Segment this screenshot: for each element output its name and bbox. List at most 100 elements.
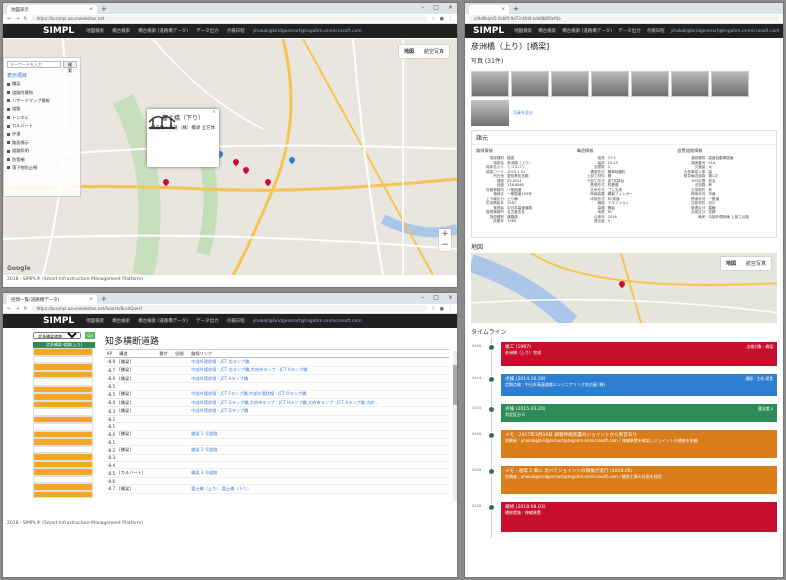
span-segment[interactable] bbox=[33, 415, 93, 423]
account-icon[interactable]: ● bbox=[440, 306, 444, 312]
table-row[interactable]: -8.5 [橋梁] 中部外環状線 - JCT Fランプ橋,中部外環状線 - JCT … bbox=[105, 390, 449, 400]
browser-tab[interactable]: 径間一覧(道路橋データ) × bbox=[7, 295, 97, 304]
menu-icon[interactable]: ⋮ bbox=[448, 306, 453, 312]
brand-logo[interactable]: SIMPL bbox=[473, 26, 504, 36]
span-segment[interactable] bbox=[33, 460, 93, 468]
brand-logo[interactable]: SIMPL bbox=[43, 26, 74, 36]
layer-item[interactable]: 歩道 bbox=[4, 130, 80, 138]
timeline-card[interactable]: 補修 (2018.08.03) 補修実施 : 伸縮装置 bbox=[501, 502, 777, 532]
route-link[interactable]: 中部外環状線 - JCT Dランプ橋 bbox=[189, 406, 449, 416]
view-photos-link[interactable]: 写真を見る bbox=[513, 110, 533, 116]
route-link[interactable]: 中部外環状線 - JCT Fランプ橋,中部外環状線 - JCT Oランプ橋 bbox=[189, 390, 449, 400]
route-select[interactable]: 北多橋梁道路 bbox=[33, 332, 81, 339]
span-segment[interactable] bbox=[33, 400, 93, 408]
span-segment[interactable] bbox=[33, 453, 93, 461]
photo-thumbnail[interactable] bbox=[671, 71, 709, 97]
span-segment[interactable] bbox=[33, 370, 93, 378]
table-row[interactable]: -8.5 [カルバート] 橋梁 3 号道路 bbox=[105, 468, 449, 478]
close-tab-icon[interactable]: × bbox=[501, 7, 505, 12]
timeline-card[interactable]: 竣工 (1987) 彦洲橋（上り）完成 点検対象 : 橋梁 bbox=[501, 342, 777, 366]
nav-item-schedule[interactable]: 点検日程 bbox=[647, 28, 665, 34]
map-canvas[interactable]: 検索 表示項目 橋梁 道路附属物 ハザードマップ情報 道路 トンネル カルバート… bbox=[3, 39, 457, 275]
layer-item[interactable]: ハザードマップ情報 bbox=[4, 97, 80, 105]
star-icon[interactable]: ☆ bbox=[431, 306, 435, 312]
nav-item-export[interactable]: データ出力 bbox=[196, 28, 219, 34]
reload-icon[interactable]: ↻ bbox=[23, 16, 27, 22]
timeline-card[interactable]: 点検 (2014.10.28) 定期点検 : 中日本高速道路エンジニアリング名古屋… bbox=[501, 374, 777, 396]
table-row[interactable]: -8.2 [橋梁] 橋梁 2 号道路 bbox=[105, 445, 449, 455]
timeline-card[interactable]: メモ : 通常 2 車に 比べてジョイントの損傷が進行 (2018.05) 投稿者… bbox=[501, 466, 777, 494]
brand-logo[interactable]: SIMPL bbox=[43, 316, 74, 326]
account-icon[interactable]: ● bbox=[440, 16, 444, 22]
new-tab-icon[interactable]: + bbox=[101, 295, 107, 304]
url-field[interactable]: https://bcsimpl.azurewebsites.net/Search… bbox=[31, 305, 428, 312]
span-diagram[interactable] bbox=[33, 348, 93, 498]
photo-thumbnail[interactable] bbox=[471, 71, 509, 97]
route-link[interactable] bbox=[189, 438, 449, 447]
route-link[interactable] bbox=[189, 415, 449, 424]
nav-item-map-search[interactable]: 地図検索 bbox=[86, 318, 104, 324]
nav-item-bridge-search[interactable]: 橋台検索 bbox=[112, 318, 130, 324]
search-button[interactable]: 検索 bbox=[63, 61, 77, 73]
table-row[interactable]: -8.7 [橋梁] 富士橋（上り）,富士橋（下り） bbox=[105, 484, 449, 494]
table-row[interactable]: -8.3 [橋梁] 中部外環状線 - JCT Dランプ橋 bbox=[105, 406, 449, 416]
route-link[interactable]: 中部外環状線 - JCT Aランプ橋 bbox=[189, 374, 449, 384]
url-field[interactable]: /c9d6ba/e5-0cbf0-9d73-4fd4-ade9b8f3ef4a bbox=[469, 15, 779, 22]
photo-thumbnail[interactable] bbox=[511, 71, 549, 97]
close-window-icon[interactable]: × bbox=[448, 294, 453, 301]
layer-item[interactable]: トンネル bbox=[4, 114, 80, 122]
zoom-in-button[interactable]: + bbox=[439, 229, 451, 240]
close-tab-icon[interactable]: × bbox=[89, 7, 93, 12]
span-segment[interactable] bbox=[33, 468, 93, 476]
back-icon[interactable]: ← bbox=[7, 16, 11, 22]
star-icon[interactable]: ☆ bbox=[431, 16, 435, 22]
layer-item[interactable]: 道路附属物 bbox=[4, 88, 80, 96]
span-segment[interactable] bbox=[33, 355, 93, 363]
layer-item[interactable]: 防雪柵 bbox=[4, 155, 80, 163]
bridge-marker[interactable] bbox=[233, 159, 239, 167]
satellite-view-button[interactable]: 航空写真 bbox=[741, 257, 771, 270]
close-tab-icon[interactable]: × bbox=[89, 297, 93, 302]
photo-thumbnail[interactable] bbox=[711, 71, 749, 97]
layer-item[interactable]: 道路照明 bbox=[4, 147, 80, 155]
table-row[interactable]: -8.6 [橋梁] 中部外環状線 - JCT Aランプ橋 bbox=[105, 374, 449, 384]
span-segment[interactable] bbox=[33, 475, 93, 483]
table-row[interactable]: -8.2 bbox=[105, 415, 449, 424]
nav-item-map-search[interactable]: 地図検索 bbox=[514, 28, 532, 34]
route-link[interactable] bbox=[189, 454, 449, 463]
detail-map[interactable]: 地図 航空写真 bbox=[471, 253, 777, 323]
photo-thumbnail[interactable] bbox=[631, 71, 669, 97]
span-segment[interactable] bbox=[33, 363, 93, 371]
route-link[interactable]: 橋梁 1 号道路 bbox=[189, 430, 449, 439]
minimize-icon[interactable]: – bbox=[421, 4, 424, 11]
span-segment[interactable] bbox=[33, 445, 93, 453]
bridge-marker[interactable] bbox=[619, 281, 625, 289]
minimize-icon[interactable]: – bbox=[421, 294, 424, 301]
nav-item-bridge-road[interactable]: 橋台検索 (道路橋データ) bbox=[138, 318, 188, 324]
table-scrollbar[interactable] bbox=[453, 351, 457, 501]
layer-item[interactable]: 路面標示 bbox=[4, 139, 80, 147]
url-field[interactable]: https://bcsimpl.azurewebsites.net bbox=[31, 15, 428, 22]
nav-item-export[interactable]: データ出力 bbox=[196, 318, 219, 324]
close-window-icon[interactable]: × bbox=[448, 4, 453, 11]
photo-thumbnail[interactable] bbox=[591, 71, 629, 97]
span-segment[interactable] bbox=[33, 393, 93, 401]
reload-icon[interactable]: ↻ bbox=[23, 306, 27, 312]
table-row[interactable]: -8.0 [橋梁] 橋梁 1 号道路 bbox=[105, 430, 449, 439]
span-segment[interactable] bbox=[33, 423, 93, 431]
user-email[interactable]: yhakali@bridgesmart@tegahm.onmicrosoft.c… bbox=[253, 319, 362, 324]
nav-item-bridge-search[interactable]: 橋台検索 bbox=[112, 28, 130, 34]
nav-item-export[interactable]: データ出力 bbox=[618, 28, 641, 34]
route-link[interactable]: 橋梁 2 号道路 bbox=[189, 445, 449, 455]
span-segment[interactable] bbox=[33, 430, 93, 438]
close-popup-icon[interactable]: × bbox=[212, 110, 216, 115]
search-input[interactable] bbox=[7, 61, 61, 68]
go-button[interactable]: Go bbox=[85, 332, 95, 339]
nav-item-bridge-road[interactable]: 橋台検索 (道路橋データ) bbox=[562, 28, 612, 34]
maximize-icon[interactable]: □ bbox=[433, 4, 439, 11]
layer-item[interactable]: 道路 bbox=[4, 105, 80, 113]
bridge-marker[interactable] bbox=[163, 179, 169, 187]
menu-icon[interactable]: ⋮ bbox=[448, 16, 453, 22]
span-segment[interactable] bbox=[33, 408, 93, 416]
nav-item-schedule[interactable]: 点検日程 bbox=[227, 28, 245, 34]
